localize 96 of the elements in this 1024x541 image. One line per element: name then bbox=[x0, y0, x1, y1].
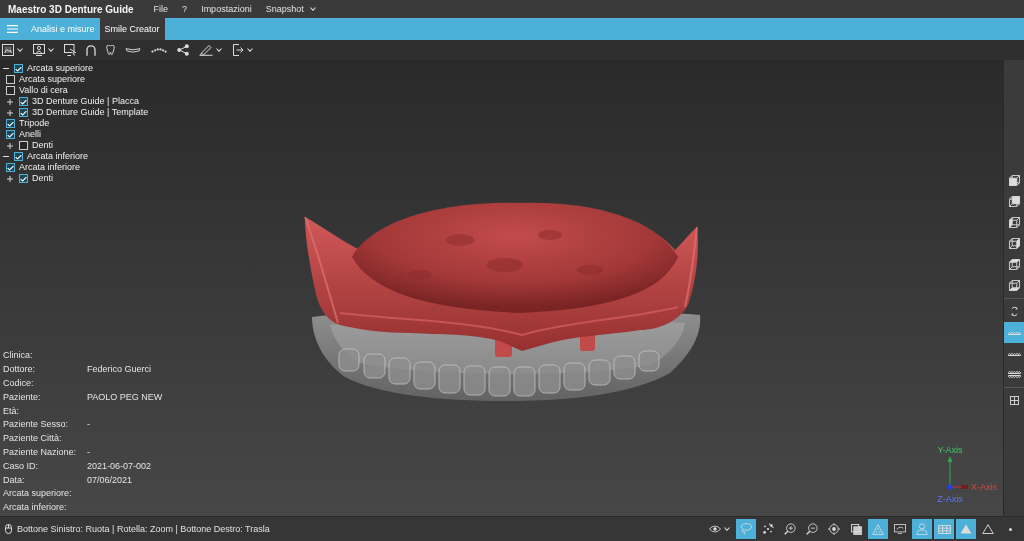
image-frame-icon[interactable] bbox=[2, 44, 14, 56]
checkbox[interactable] bbox=[19, 174, 28, 183]
tree-item-label[interactable]: Vallo di cera bbox=[19, 85, 68, 96]
info-label: Età: bbox=[3, 405, 20, 416]
checkbox[interactable] bbox=[19, 97, 28, 106]
menu-item[interactable]: ? bbox=[182, 4, 188, 14]
info-label: Paziente Città: bbox=[3, 433, 63, 444]
stacked-squares-icon bbox=[850, 523, 862, 535]
info-value: - bbox=[87, 419, 90, 430]
menu-item[interactable]: Impostazioni bbox=[201, 4, 252, 14]
info-value: 07/06/2021 bbox=[87, 474, 133, 485]
info-value: - bbox=[87, 446, 90, 457]
cube-icon bbox=[1008, 238, 1020, 249]
info-label: Codice: bbox=[3, 377, 35, 388]
dot-icon bbox=[1008, 527, 1012, 531]
info-label: Arcata inferiore: bbox=[3, 502, 68, 513]
eye-icon bbox=[709, 525, 721, 533]
axis-label: Z-Axis bbox=[937, 494, 963, 504]
teeth-rows-icon bbox=[1007, 370, 1021, 379]
cube-icon bbox=[1008, 280, 1020, 291]
zoom-in-icon bbox=[784, 523, 796, 535]
dotted-line-icon[interactable] bbox=[151, 47, 167, 53]
tray-icon[interactable] bbox=[125, 47, 141, 53]
teeth-row-icon bbox=[1007, 351, 1021, 356]
exit-icon[interactable] bbox=[232, 44, 244, 56]
monitor-cursor-icon[interactable] bbox=[64, 44, 76, 56]
tree-item-label[interactable]: Arcata superiore bbox=[19, 74, 86, 85]
share-icon[interactable] bbox=[177, 44, 189, 56]
tree-item-label[interactable]: Arcata inferiore bbox=[27, 151, 89, 162]
checkbox[interactable] bbox=[14, 152, 23, 161]
teeth-row-icon bbox=[1007, 330, 1021, 335]
info-value: 2021-06-07-002 bbox=[87, 460, 152, 471]
person-frame-icon[interactable] bbox=[33, 44, 45, 56]
grid-icon bbox=[937, 524, 951, 534]
zoom-out-icon bbox=[806, 523, 818, 535]
tree-item-label[interactable]: Arcata superiore bbox=[27, 63, 94, 74]
tree-item-label[interactable]: Arcata inferiore bbox=[19, 162, 81, 173]
triangle-dots-icon bbox=[872, 523, 884, 535]
info-label: Dottore: bbox=[3, 364, 36, 375]
app-title: Maestro 3D Denture Guide bbox=[8, 3, 134, 15]
caret-icon[interactable] bbox=[48, 48, 54, 52]
tree-item-label[interactable]: Tripode bbox=[19, 118, 50, 129]
plus-icon[interactable] bbox=[7, 142, 13, 149]
checkbox[interactable] bbox=[6, 75, 15, 84]
tree-item-label[interactable]: Denti bbox=[32, 173, 53, 184]
info-label: Clinica: bbox=[3, 350, 34, 361]
info-label: Arcata superiore: bbox=[3, 488, 73, 499]
cube-icon bbox=[1008, 217, 1020, 228]
target-icon bbox=[828, 523, 840, 535]
arch-icon[interactable] bbox=[86, 44, 96, 56]
plus-icon[interactable] bbox=[7, 175, 13, 182]
info-value: PAOLO PEG NEW bbox=[87, 391, 163, 402]
cube-icon bbox=[1008, 196, 1020, 207]
info-label: Paziente Nazione: bbox=[3, 446, 78, 457]
check-icon bbox=[15, 65, 22, 72]
plus-icon[interactable] bbox=[7, 109, 13, 116]
mouse-hint-text: Bottone Sinistro: Ruota | Rotella: Zoom | Bottone Destro: Trasla bbox=[17, 524, 270, 534]
menu-item[interactable]: Snapshot bbox=[265, 4, 316, 14]
tooth-icon[interactable] bbox=[106, 44, 115, 56]
checkbox[interactable] bbox=[14, 64, 23, 73]
caret-icon[interactable] bbox=[216, 48, 222, 52]
triangle-outline-icon bbox=[982, 524, 994, 534]
info-label: Caso ID: bbox=[3, 460, 39, 471]
checkbox[interactable] bbox=[19, 141, 28, 150]
info-label: Paziente Sesso: bbox=[3, 419, 70, 430]
checkbox[interactable] bbox=[6, 130, 15, 139]
checkbox[interactable] bbox=[6, 119, 15, 128]
caret-icon[interactable] bbox=[17, 48, 23, 52]
tree-item-label[interactable]: 3D Denture Guide | Template bbox=[32, 107, 149, 118]
cube-icon bbox=[1008, 259, 1020, 270]
axis-label: Y-Axis bbox=[937, 445, 963, 455]
pencil-ruler-icon[interactable] bbox=[199, 44, 213, 56]
axes-gizmo bbox=[947, 456, 968, 490]
ribbon-tab[interactable]: Smile Creator bbox=[99, 18, 165, 40]
mouse-icon bbox=[5, 524, 12, 534]
person-icon bbox=[916, 523, 928, 535]
triangle-icon bbox=[960, 524, 972, 534]
axis-label: X-Axis bbox=[971, 482, 997, 492]
info-label: Data: bbox=[3, 474, 26, 485]
checkbox[interactable] bbox=[6, 163, 15, 172]
checkbox[interactable] bbox=[6, 86, 15, 95]
info-value: Federico Guerci bbox=[87, 364, 152, 375]
caret-icon[interactable] bbox=[247, 48, 253, 52]
tree-item-label[interactable]: 3D Denture Guide | Placca bbox=[32, 96, 139, 107]
screen-icon bbox=[894, 524, 906, 534]
cube-icon bbox=[1008, 175, 1020, 186]
plus-icon[interactable] bbox=[7, 98, 13, 105]
tree-item-label[interactable]: Denti bbox=[32, 140, 53, 151]
lasso-icon bbox=[740, 523, 752, 535]
tree-item-label[interactable]: Anelli bbox=[19, 129, 41, 140]
sparkle-dots-icon bbox=[762, 523, 774, 535]
ring-icon bbox=[1009, 306, 1019, 317]
info-label: Paziente: bbox=[3, 391, 42, 402]
grid-icon bbox=[1009, 396, 1019, 405]
checkbox[interactable] bbox=[19, 108, 28, 117]
menu-item[interactable]: File bbox=[153, 4, 169, 14]
